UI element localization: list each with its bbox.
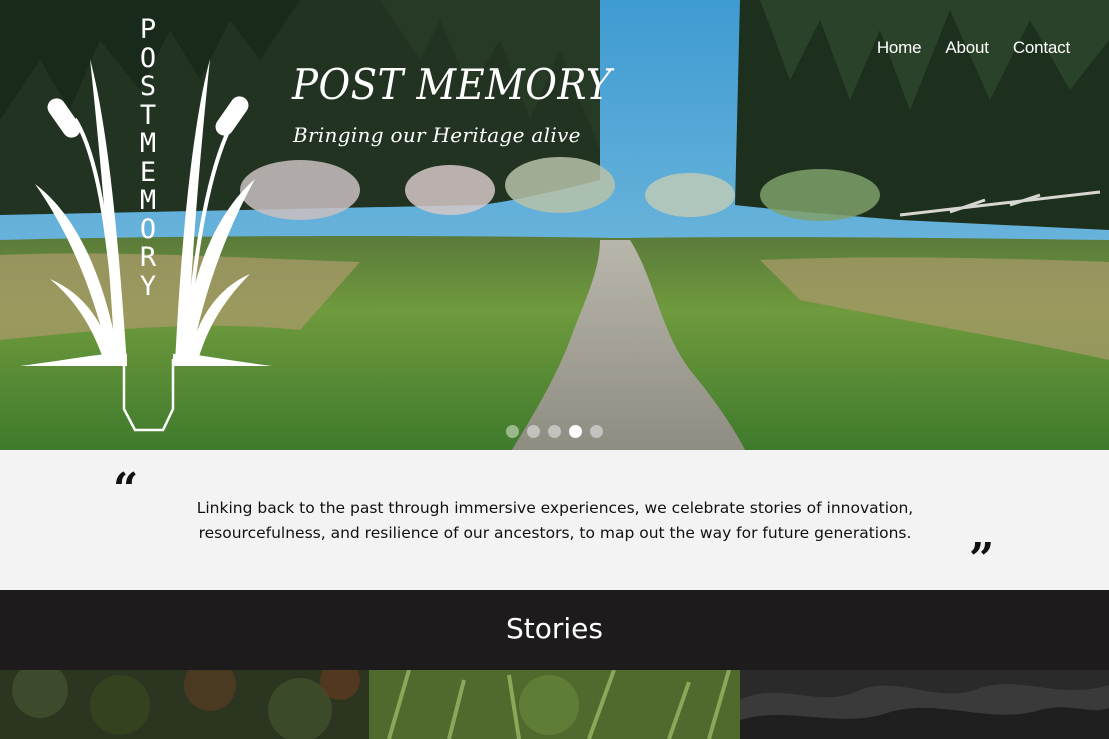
hero-subtitle: Bringing our Heritage alive	[293, 123, 581, 147]
mission-quote: “ Linking back to the past through immer…	[0, 450, 1109, 590]
slider-dot-active[interactable]	[569, 425, 582, 438]
nav-about-link[interactable]: About	[945, 38, 989, 58]
story-card-image	[0, 670, 369, 739]
nav-contact-link[interactable]: Contact	[1013, 38, 1070, 58]
slider-dot[interactable]	[590, 425, 603, 438]
stories-cards	[0, 670, 1109, 739]
story-card-waves[interactable]	[740, 670, 1109, 739]
stories-section: Stories	[0, 590, 1109, 670]
story-card-image	[369, 670, 740, 739]
logo-text: POST MEMORY	[139, 14, 157, 302]
quote-text: Linking back to the past through immersi…	[196, 499, 914, 542]
close-quote-icon: ”	[969, 534, 995, 585]
nav-home-link[interactable]: Home	[877, 38, 922, 58]
slider-dot[interactable]	[527, 425, 540, 438]
stories-heading: Stories	[506, 612, 603, 645]
slider-dot[interactable]	[506, 425, 519, 438]
story-card-image	[740, 670, 1109, 739]
slider-dot[interactable]	[548, 425, 561, 438]
slider-dots	[506, 425, 603, 438]
hero-title: POST MEMORY	[292, 60, 612, 109]
story-card-foliage[interactable]	[0, 670, 369, 739]
hero-slider: POST MEMORY Home About Contact POST MEMO…	[0, 0, 1109, 450]
logo-vertical-text: POST MEMORY	[136, 14, 160, 302]
main-nav: Home About Contact	[877, 38, 1070, 58]
open-quote-icon: “	[113, 464, 139, 515]
story-card-grass[interactable]	[369, 670, 740, 739]
